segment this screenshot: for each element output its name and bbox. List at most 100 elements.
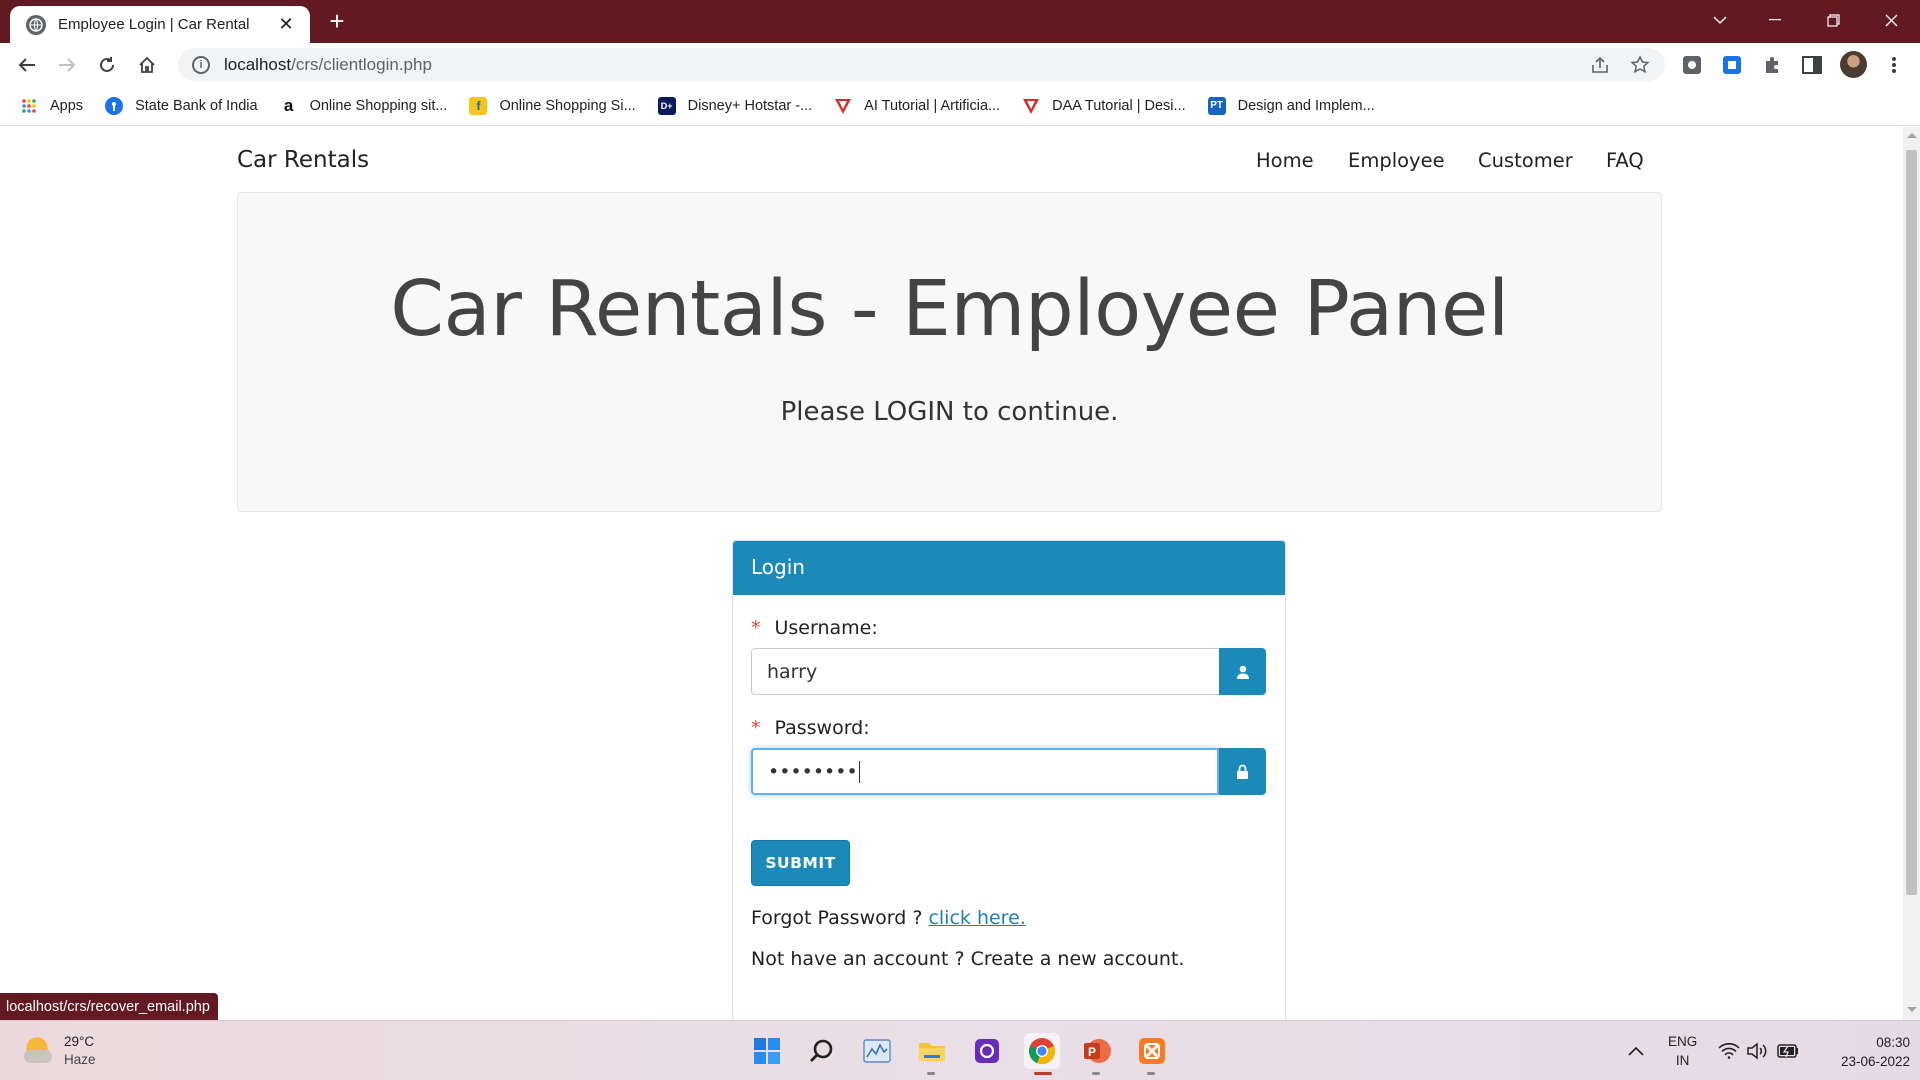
menu-kebab-icon[interactable] [1883,54,1905,76]
bookmark-label: Apps [50,97,84,114]
bookmark-label: Design and Implem... [1237,97,1375,114]
bookmark-label: Online Shopping sit... [309,97,448,114]
site-brand[interactable]: Car Rentals [237,147,369,173]
create-account-text[interactable]: Not have an account ? Create a new accou… [751,948,1184,970]
password-label-text: Password: [774,717,870,739]
bookmark-sbi[interactable]: State Bank of India [105,96,258,115]
javatpoint-icon [834,97,852,115]
submit-button[interactable]: SUBMIT [751,840,850,886]
username-label-text: Username: [774,617,878,639]
home-icon[interactable] [133,51,161,79]
system-clock[interactable]: 08:30 23-06-2022 [1810,1033,1910,1071]
page-scrollbar[interactable] [1903,127,1920,1020]
browser-tab-active[interactable]: Employee Login | Car Rental ✕ [10,6,310,43]
scroll-down-arrow-icon[interactable] [1907,1007,1917,1012]
volume-icon[interactable] [1747,1021,1769,1080]
powerpoint-icon[interactable]: P [1079,1033,1115,1069]
hotstar-icon: D+ [657,96,676,115]
language-region: IN [1675,1053,1690,1068]
nav-faq[interactable]: FAQ [1606,149,1644,172]
bookmark-amazon[interactable]: a Online Shopping sit... [280,96,448,115]
browser-titlebar: Employee Login | Car Rental ✕ + [0,0,1920,43]
search-icon[interactable] [804,1033,840,1069]
file-explorer-icon[interactable] [914,1033,950,1069]
chrome-icon[interactable] [1024,1033,1060,1069]
back-arrow-icon[interactable] [13,51,41,79]
running-indicator [1092,1072,1100,1075]
flipkart-icon: f [469,96,488,115]
globe-icon [26,14,46,35]
clock-date: 23-06-2022 [1840,1054,1910,1069]
share-icon[interactable] [1590,48,1610,81]
nav-customer[interactable]: Customer [1478,149,1573,172]
browser-toolbar: i localhost/crs/clientlogin.php [0,43,1920,86]
show-hidden-icons-chevron-icon[interactable] [1628,1021,1644,1080]
weather-desc: Haze [64,1052,96,1067]
scroll-up-arrow-icon[interactable] [1907,133,1917,138]
bookmark-ai-tutorial[interactable]: AI Tutorial | Artificia... [834,97,1000,115]
profile-avatar[interactable] [1840,51,1867,78]
tab-title: Employee Login | Car Rental [58,16,250,33]
bookmark-flipkart[interactable]: f Online Shopping Si... [469,96,636,115]
required-marker: * [751,717,761,739]
username-input[interactable]: harry [751,648,1219,695]
battery-charging-icon[interactable] [1777,1021,1799,1080]
new-tab-button[interactable]: + [325,6,349,36]
address-bar[interactable]: i localhost/crs/clientlogin.php [178,48,1665,81]
bookmark-apps[interactable]: Apps [20,97,83,115]
widgets-chart-icon[interactable] [859,1033,895,1069]
bookmark-label: Online Shopping Si... [499,97,636,114]
site-info-icon[interactable]: i [192,55,210,74]
url-text[interactable]: localhost/crs/clientlogin.php [224,55,432,75]
forward-arrow-icon[interactable] [53,51,81,79]
xampp-icon[interactable] [1134,1033,1170,1069]
login-panel-title: Login [733,541,1285,595]
close-tab-icon[interactable]: ✕ [276,14,296,35]
running-indicator [927,1072,935,1075]
svg-text:P: P [1088,1045,1096,1059]
puzzle-icon[interactable] [1761,54,1783,76]
password-value: •••••••• [768,760,858,783]
nav-employee[interactable]: Employee [1348,149,1445,172]
login-panel: Login * Username: harry * Password: ••••••… [732,540,1286,1020]
nav-home[interactable]: Home [1256,149,1314,172]
minimize-button[interactable] [1750,0,1800,40]
windows-start-icon[interactable] [749,1033,785,1069]
tab-search-icon[interactable] [1695,0,1745,40]
app-purple-icon[interactable] [969,1033,1005,1069]
lock-icon [1219,748,1266,795]
password-label: * Password: [751,717,870,739]
language-indicator[interactable]: ENG IN [1668,1021,1697,1080]
bookmark-design-implementation[interactable]: PT Design and Implem... [1207,96,1375,115]
language-code: ENG [1668,1034,1698,1049]
jumbotron: Car Rentals - Employee Panel Please LOGI… [237,192,1662,512]
side-panel-icon[interactable] [1801,54,1823,76]
wifi-icon[interactable] [1718,1021,1740,1080]
bookmark-star-icon[interactable] [1630,48,1650,81]
windows-taskbar: 29°C Haze P ENG IN 08:30 23-06-2022 [0,1020,1920,1080]
link-status-bubble: localhost/crs/recover_email.php [0,993,218,1020]
running-indicator [1147,1072,1155,1075]
user-icon [1219,648,1266,695]
password-input[interactable]: •••••••• [751,748,1219,795]
active-indicator [1034,1072,1052,1075]
bookmark-hotstar[interactable]: D+ Disney+ Hotstar -... [657,96,813,115]
required-marker: * [751,617,761,639]
username-label: * Username: [751,617,878,639]
bookmark-daa-tutorial[interactable]: DAA Tutorial | Desi... [1022,97,1186,115]
reload-icon[interactable] [93,51,121,79]
restore-button[interactable] [1808,0,1858,40]
close-window-button[interactable] [1866,0,1916,40]
apps-grid-icon [20,97,38,115]
extension-icon[interactable] [1721,54,1743,76]
clock-time: 08:30 [1876,1035,1910,1050]
bookmark-label: Disney+ Hotstar -... [687,97,813,114]
weather-widget[interactable]: 29°C Haze [22,1033,96,1069]
scrollbar-thumb[interactable] [1906,150,1917,895]
forgot-password-link[interactable]: click here. [928,907,1025,929]
forgot-password-text: Forgot Password ? [751,907,929,929]
bookmark-label: AI Tutorial | Artificia... [864,97,1001,114]
bookmark-label: State Bank of India [135,97,258,114]
extension-icon[interactable] [1681,54,1703,76]
password-input-group: •••••••• [751,748,1266,795]
